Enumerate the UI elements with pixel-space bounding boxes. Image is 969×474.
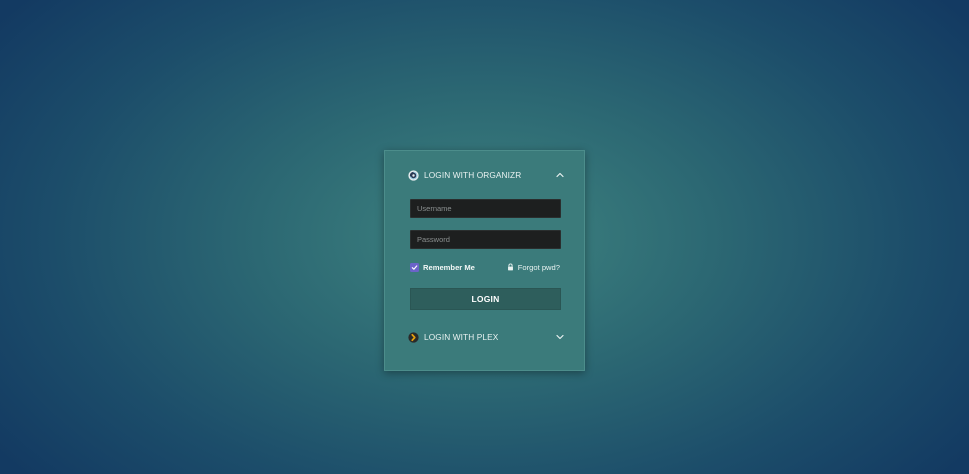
- organizr-login-title: LOGIN WITH ORGANIZR: [424, 170, 522, 180]
- plex-login-title: LOGIN WITH PLEX: [424, 332, 499, 342]
- forgot-password-link[interactable]: Forgot pwd?: [507, 261, 560, 273]
- login-card: LOGIN WITH ORGANIZR Remember Me Forgot p…: [384, 150, 585, 371]
- chevron-up-icon[interactable]: [555, 170, 565, 180]
- chevron-down-icon[interactable]: [555, 332, 565, 342]
- remember-me-checkbox[interactable]: Remember Me: [410, 261, 475, 273]
- checkmark-icon: [411, 264, 418, 270]
- plex-login-header[interactable]: LOGIN WITH PLEX: [408, 328, 565, 346]
- login-button[interactable]: LOGIN: [410, 288, 561, 310]
- forgot-password-label: Forgot pwd?: [517, 262, 560, 272]
- remember-me-label: Remember Me: [423, 262, 475, 272]
- lock-icon: [507, 263, 513, 271]
- checkbox-checked-icon[interactable]: [410, 262, 419, 272]
- organizr-logo-icon: [408, 169, 419, 181]
- plex-logo-icon: [408, 331, 419, 343]
- organizr-login-header[interactable]: LOGIN WITH ORGANIZR: [408, 166, 565, 184]
- username-input[interactable]: [410, 199, 561, 218]
- password-input[interactable]: [410, 230, 561, 249]
